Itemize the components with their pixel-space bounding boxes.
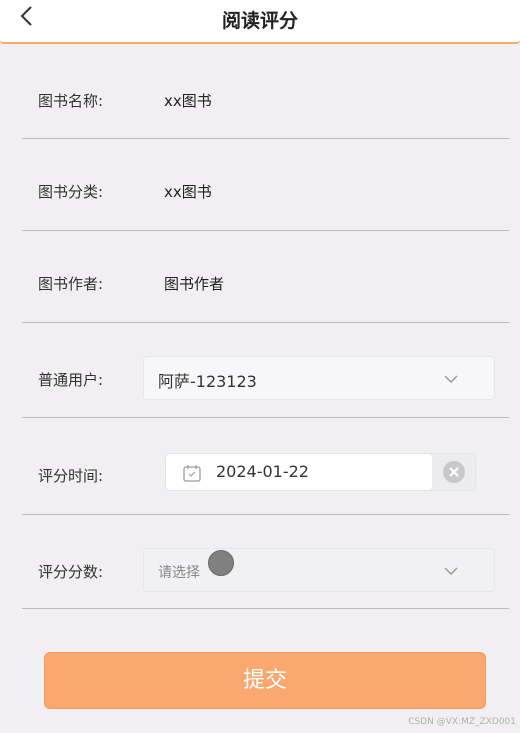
app-header: 阅读评分 <box>0 0 520 44</box>
form-row-book-author: 图书作者: 图书作者 <box>22 255 509 323</box>
rating-score-label: 评分分数: <box>38 563 104 581</box>
chevron-down-icon <box>444 567 458 575</box>
form-row-book-name: 图书名称: xx图书 <box>22 72 509 139</box>
book-name-label: 图书名称: <box>38 92 104 110</box>
page-title: 阅读评分 <box>221 10 298 32</box>
user-label: 普通用户: <box>38 371 104 389</box>
book-name-value: xx图书 <box>164 92 212 110</box>
user-select-value: 阿萨-123123 <box>158 372 257 391</box>
user-select[interactable]: 阿萨-123123 <box>143 356 495 400</box>
book-author-value: 图书作者 <box>164 275 225 293</box>
clear-icon[interactable] <box>443 461 465 483</box>
book-author-label: 图书作者: <box>38 275 104 293</box>
rating-score-select[interactable]: 请选择 <box>143 548 495 592</box>
rating-score-placeholder: 请选择 <box>158 565 200 581</box>
touch-cursor <box>208 550 234 576</box>
chevron-down-icon <box>444 375 458 383</box>
calendar-icon <box>183 465 201 482</box>
submit-button[interactable]: 提交 <box>44 652 486 709</box>
book-category-label: 图书分类: <box>38 183 104 201</box>
date-picker: 2024-01-22 <box>165 453 476 491</box>
book-category-value: xx图书 <box>164 183 212 201</box>
rating-time-input[interactable]: 2024-01-22 <box>166 454 432 490</box>
form-row-book-category: 图书分类: xx图书 <box>22 162 509 231</box>
rating-time-label: 评分时间: <box>38 467 104 485</box>
rating-time-value: 2024-01-22 <box>216 462 309 481</box>
watermark: CSDN @VX:MZ_ZXD001 <box>408 717 516 727</box>
